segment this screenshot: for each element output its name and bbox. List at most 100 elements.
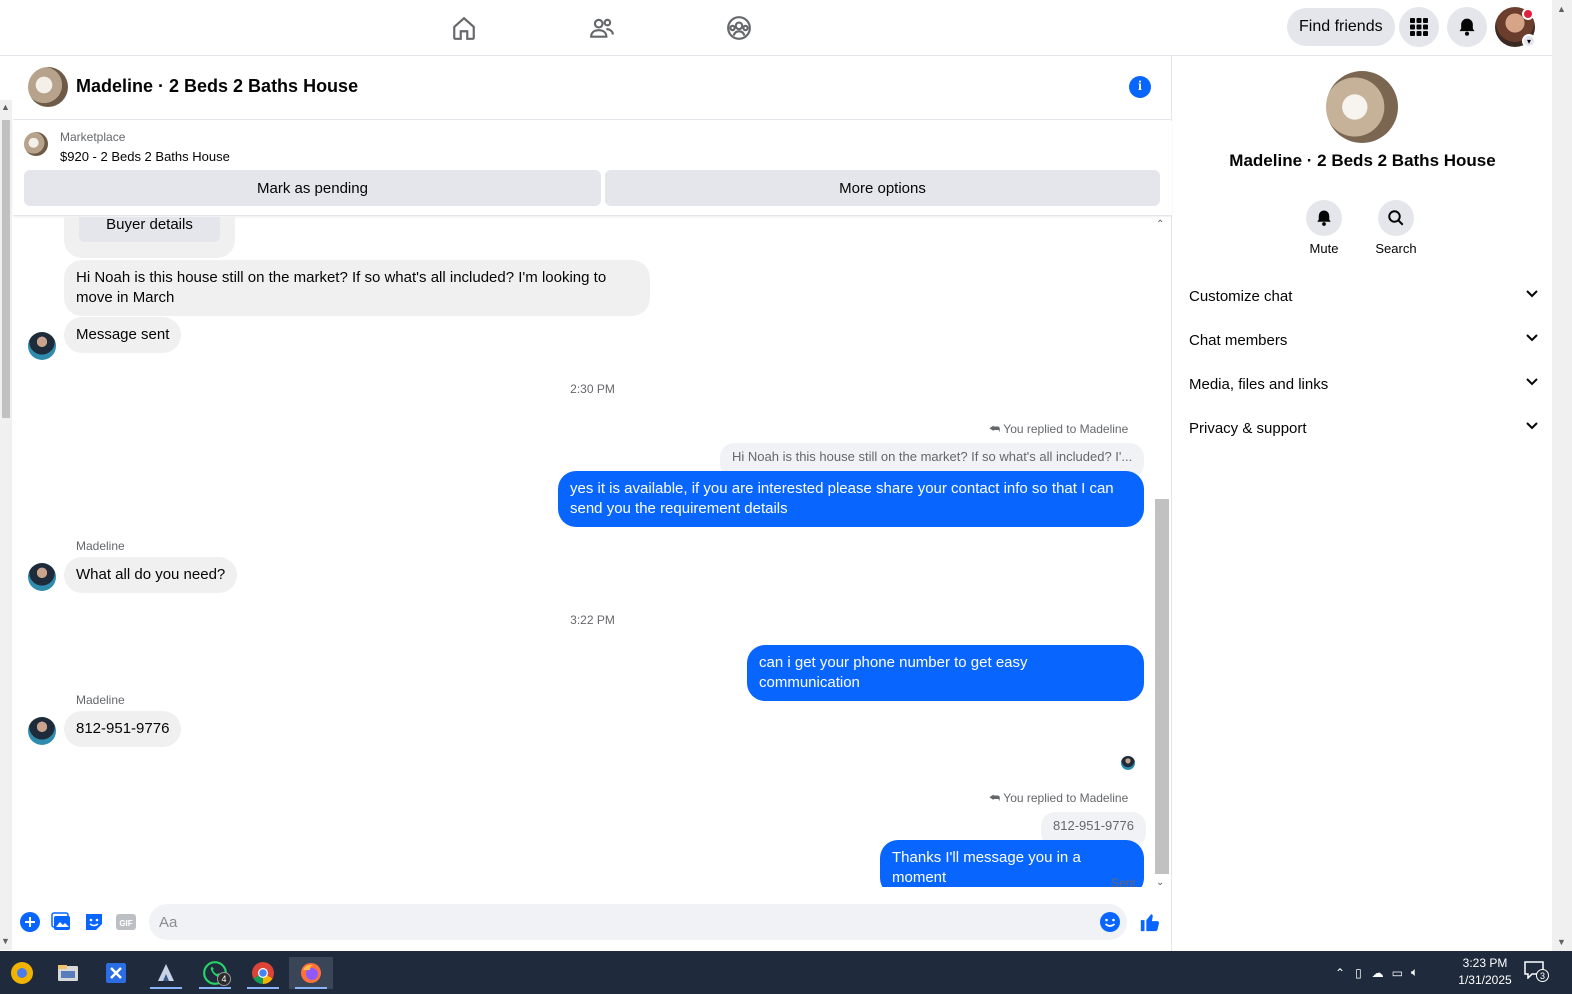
message-input[interactable]: Aa	[149, 904, 1127, 940]
mark-as-pending-button[interactable]: Mark as pending	[24, 170, 601, 206]
more-options-button[interactable]: More options	[605, 170, 1160, 206]
plus-icon[interactable]	[19, 911, 41, 933]
scroll-down-arrow-icon[interactable]: ⌄	[1156, 877, 1164, 888]
listing-photo[interactable]	[1326, 71, 1398, 143]
section-label: Media, files and links	[1189, 375, 1329, 393]
listing-thumbnail[interactable]	[24, 132, 48, 156]
app-running-indicator	[247, 987, 279, 989]
chat-members-section[interactable]: Chat members	[1189, 328, 1539, 352]
sidebar-title: Madeline · 2 Beds 2 Baths House	[1229, 151, 1496, 170]
notification-center-icon[interactable]: 3	[1524, 961, 1549, 982]
reply-indicator-text: You replied to Madeline	[1003, 422, 1129, 436]
home-icon[interactable]	[446, 10, 482, 46]
sticker-icon[interactable]	[83, 911, 105, 933]
page-scrollbar[interactable]: ▲ ▼	[0, 100, 12, 950]
message-status: Sent	[1111, 876, 1136, 887]
photo-icon[interactable]	[51, 911, 73, 933]
apps-grid-icon[interactable]	[1399, 7, 1439, 47]
reply-indicator: ⮪ You replied to Madeline	[989, 791, 1128, 806]
chevron-down-icon	[1525, 287, 1539, 305]
chrome-icon[interactable]	[241, 957, 285, 989]
notification-dot	[1522, 8, 1534, 20]
whatsapp-unread-badge: 4	[217, 972, 231, 986]
privacy-support-section[interactable]: Privacy & support	[1189, 416, 1539, 440]
whatsapp-icon[interactable]: 4	[193, 957, 237, 989]
scroll-up-arrow-icon[interactable]: ▲	[1557, 4, 1566, 14]
chevron-down-icon	[1525, 375, 1539, 393]
window-scrollbar[interactable]: ▲ ▼	[1552, 0, 1572, 951]
chat-title[interactable]: Madeline · 2 Beds 2 Baths House	[76, 76, 358, 97]
chat-info-sidebar: Madeline · 2 Beds 2 Baths House Mute Sea…	[1173, 56, 1552, 951]
scrollbar-thumb[interactable]	[1155, 499, 1169, 874]
reply-arrow-icon: ⮪	[989, 791, 1001, 805]
customize-chat-section[interactable]: Customize chat	[1189, 284, 1539, 308]
message-composer: GIF Aa	[13, 899, 1172, 949]
network-icon[interactable]: ▭	[1392, 966, 1403, 980]
buyer-details-button[interactable]: Buyer details	[79, 217, 220, 242]
message-input-placeholder: Aa	[159, 913, 178, 931]
message-bubble-outgoing[interactable]: yes it is available, if you are interest…	[558, 471, 1144, 527]
emoji-icon[interactable]	[1099, 911, 1121, 933]
clock-date: 1/31/2025	[1458, 973, 1512, 987]
find-friends-button[interactable]: Find friends	[1287, 8, 1395, 46]
search-button[interactable]: Search	[1366, 200, 1426, 256]
groups-icon[interactable]	[721, 10, 757, 46]
info-icon[interactable]: i	[1129, 76, 1151, 98]
message-bubble-outgoing[interactable]: Thanks I'll message you in a moment	[880, 840, 1144, 887]
volume-icon[interactable]: 🔈︎	[1411, 965, 1418, 980]
sender-name: Madeline	[76, 693, 125, 707]
chat-scrollbar[interactable]: ⌃ ⌄	[1153, 217, 1171, 892]
chat-header: Madeline · 2 Beds 2 Baths House i	[13, 56, 1172, 120]
chat-avatar[interactable]	[28, 67, 68, 107]
message-bubble-outgoing[interactable]: can i get your phone number to get easy …	[747, 645, 1144, 701]
media-files-links-section[interactable]: Media, files and links	[1189, 372, 1539, 396]
scroll-up-arrow-icon[interactable]: ⌃	[1156, 219, 1164, 230]
scrollbar-thumb[interactable]	[2, 120, 10, 418]
firefox-icon[interactable]	[289, 957, 333, 989]
search-label: Search	[1375, 241, 1417, 256]
listing-title[interactable]: $920 - 2 Beds 2 Baths House	[60, 149, 230, 164]
sender-avatar[interactable]	[28, 332, 56, 360]
message-bubble-incoming[interactable]: Hi Noah is this house still on the marke…	[64, 260, 650, 316]
reply-indicator-text: You replied to Madeline	[1003, 791, 1129, 805]
app-running-indicator	[199, 987, 231, 989]
system-tray: ⌃ ▯ ☁ ▭ 🔈︎	[1335, 951, 1418, 994]
scroll-up-arrow-icon[interactable]: ▲	[1, 102, 10, 112]
search-icon	[1378, 200, 1414, 236]
app-icon[interactable]	[144, 957, 188, 989]
friends-icon[interactable]	[584, 10, 620, 46]
sender-avatar[interactable]	[28, 717, 56, 745]
notification-count-badge: 3	[1536, 969, 1549, 982]
chevron-down-icon[interactable]: ▾	[1522, 34, 1536, 48]
thumbs-up-icon[interactable]	[1139, 911, 1161, 933]
scroll-down-arrow-icon[interactable]: ▼	[1557, 937, 1566, 947]
clock-time: 3:23 PM	[1462, 956, 1508, 970]
mute-button[interactable]: Mute	[1294, 200, 1354, 256]
mute-label: Mute	[1309, 241, 1339, 256]
file-explorer-icon[interactable]	[46, 957, 90, 989]
vscode-icon[interactable]	[94, 957, 138, 989]
app-running-indicator	[150, 987, 182, 989]
message-list: Buyer details Hi Noah is this house stil…	[13, 217, 1172, 887]
sender-avatar[interactable]	[28, 563, 56, 591]
system-clock[interactable]: 3:23 PM 1/31/2025	[1455, 955, 1515, 989]
section-label: Chat members	[1189, 331, 1288, 349]
gif-icon[interactable]: GIF	[115, 911, 137, 933]
chat-pane: Madeline · 2 Beds 2 Baths House i Market…	[13, 56, 1172, 951]
message-bubble-incoming[interactable]: What all do you need?	[64, 557, 238, 593]
section-label: Customize chat	[1189, 287, 1293, 305]
chevron-down-icon	[1525, 419, 1539, 437]
section-label: Privacy & support	[1189, 419, 1307, 437]
reply-indicator: ⮪ You replied to Madeline	[989, 422, 1128, 437]
notifications-bell-icon[interactable]	[1447, 7, 1487, 47]
message-bubble-incoming[interactable]: Message sent	[64, 317, 182, 353]
meet-now-icon[interactable]: ▯	[1355, 966, 1362, 980]
chrome-canary-icon[interactable]	[0, 957, 44, 989]
chevron-up-icon[interactable]: ⌃	[1335, 966, 1345, 980]
onedrive-cloud-icon[interactable]: ☁	[1372, 966, 1384, 980]
timestamp: 2:30 PM	[570, 382, 615, 396]
scroll-down-arrow-icon[interactable]: ▼	[1, 936, 10, 946]
seen-receipt-avatar	[1121, 756, 1135, 770]
sender-name: Madeline	[76, 539, 125, 553]
message-bubble-incoming[interactable]: 812-951-9776	[64, 711, 182, 747]
